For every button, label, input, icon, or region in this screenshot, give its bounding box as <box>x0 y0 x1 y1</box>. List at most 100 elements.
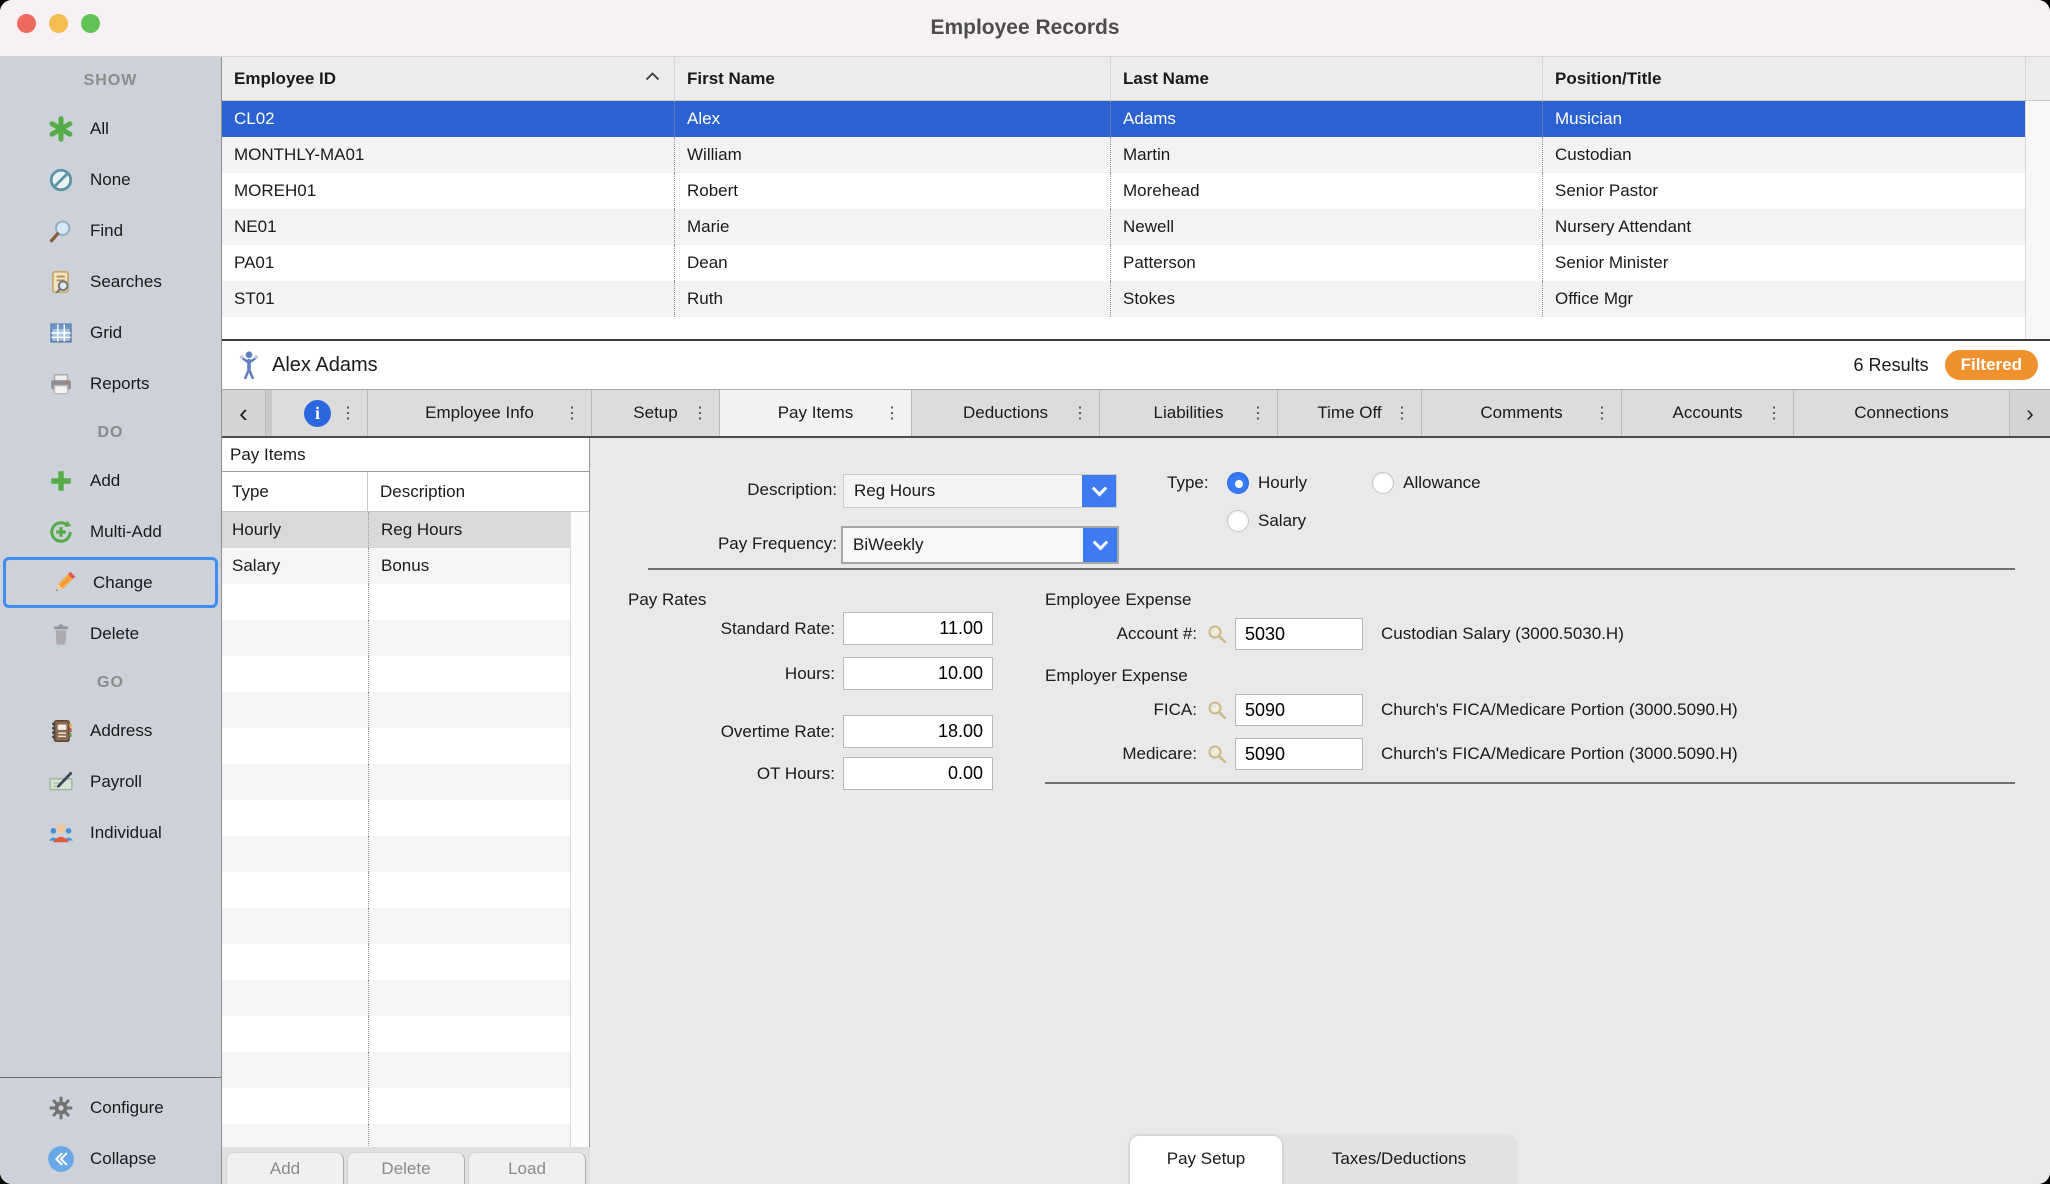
list-item[interactable]: Salary Bonus <box>222 548 570 584</box>
zoom-window-button[interactable] <box>81 14 100 33</box>
tab-liabilities[interactable]: Liabilities ⋮ <box>1100 390 1278 436</box>
sidebar-item-label: Individual <box>90 823 162 843</box>
fica-lookup-icon[interactable] <box>1205 698 1229 722</box>
sidebar-item-all[interactable]: All <box>0 103 221 154</box>
person-icon <box>236 350 262 380</box>
medicare-account-field[interactable] <box>1235 738 1363 770</box>
scroll-search-icon <box>46 268 76 296</box>
payroll-check-icon <box>46 768 76 796</box>
list-item[interactable]: Hourly Reg Hours <box>222 512 570 548</box>
sidebar-item-multi-add[interactable]: Multi-Add <box>0 506 221 557</box>
tab-comments[interactable]: Comments ⋮ <box>1422 390 1622 436</box>
tab-options-icon[interactable]: ⋮ <box>1394 403 1410 423</box>
tab-connections[interactable]: Connections <box>1794 390 2010 436</box>
tab-employee-info[interactable]: Employee Info ⋮ <box>368 390 592 436</box>
fica-account-field[interactable] <box>1235 694 1363 726</box>
sidebar-item-label: None <box>90 170 131 190</box>
sidebar-item-individual[interactable]: Individual <box>0 807 221 858</box>
sidebar-item-configure[interactable]: Configure <box>0 1082 221 1133</box>
description-label: Description: <box>590 480 837 500</box>
column-header-description[interactable]: Description <box>368 482 589 502</box>
sidebar-item-label: Payroll <box>90 772 142 792</box>
grid-icon <box>46 319 76 347</box>
pay-items-actions: Add Delete Load <box>222 1147 590 1184</box>
standard-rate-field[interactable] <box>843 612 993 645</box>
pay-items-scrollbar[interactable] <box>570 512 589 1147</box>
employee-table-header: Employee ID First Name Last Name Positio… <box>222 57 2050 101</box>
column-header-employee-id[interactable]: Employee ID <box>222 57 674 100</box>
account-lookup-icon[interactable] <box>1205 622 1229 646</box>
tab-time-off[interactable]: Time Off ⋮ <box>1278 390 1422 436</box>
tab-options-icon[interactable]: ⋮ <box>1250 403 1266 423</box>
pay-items-title: Pay Items <box>222 438 589 472</box>
column-header-position-title[interactable]: Position/Title <box>1542 57 2025 100</box>
radio-hourly[interactable] <box>1227 472 1249 494</box>
overtime-rate-field[interactable] <box>843 715 993 748</box>
tab-info[interactable]: i ⋮ <box>272 390 368 436</box>
type-radio-group: Type: Hourly Allowance Salary <box>1167 468 1481 544</box>
sidebar-item-label: Change <box>93 573 153 593</box>
table-row[interactable]: NE01 Marie Newell Nursery Attendant <box>222 209 2025 245</box>
plus-icon <box>46 467 76 495</box>
address-book-icon <box>46 717 76 745</box>
tab-deductions[interactable]: Deductions ⋮ <box>912 390 1100 436</box>
sidebar-item-label: Configure <box>90 1098 164 1118</box>
table-row[interactable]: ST01 Ruth Stokes Office Mgr <box>222 281 2025 317</box>
column-header-last-name[interactable]: Last Name <box>1110 57 1542 100</box>
sidebar-item-address[interactable]: Address <box>0 705 221 756</box>
sidebar-item-reports[interactable]: Reports <box>0 358 221 409</box>
sidebar-item-searches[interactable]: Searches <box>0 256 221 307</box>
tab-options-icon[interactable]: ⋮ <box>340 403 356 423</box>
tab-pay-setup[interactable]: Pay Setup <box>1130 1136 1282 1184</box>
tabs-forward-button[interactable]: › <box>2010 390 2050 436</box>
medicare-lookup-icon[interactable] <box>1205 742 1229 766</box>
chevron-down-icon[interactable] <box>1082 475 1116 507</box>
tab-options-icon[interactable]: ⋮ <box>692 403 708 423</box>
description-dropdown[interactable]: Reg Hours <box>843 474 1117 508</box>
column-header-type[interactable]: Type <box>222 472 368 511</box>
employer-expense-heading: Employer Expense <box>1045 666 1188 686</box>
titlebar: Employee Records <box>0 0 2050 57</box>
tab-accounts[interactable]: Accounts ⋮ <box>1622 390 1794 436</box>
sidebar-item-add[interactable]: Add <box>0 455 221 506</box>
tab-setup[interactable]: Setup ⋮ <box>592 390 720 436</box>
tab-options-icon[interactable]: ⋮ <box>1072 403 1088 423</box>
tab-options-icon[interactable]: ⋮ <box>1594 403 1610 423</box>
pencil-icon <box>49 569 79 597</box>
sidebar-item-delete[interactable]: Delete <box>0 608 221 659</box>
overtime-rate-label: Overtime Rate: <box>590 722 835 742</box>
column-header-first-name[interactable]: First Name <box>674 57 1110 100</box>
add-pay-item-button[interactable]: Add <box>226 1152 344 1184</box>
tab-options-icon[interactable]: ⋮ <box>564 403 580 423</box>
tabs-back-button[interactable]: ‹ <box>222 390 266 436</box>
sidebar-item-label: Find <box>90 221 123 241</box>
sidebar-item-change[interactable]: Change <box>3 557 218 608</box>
radio-salary[interactable] <box>1227 510 1249 532</box>
account-number-field[interactable] <box>1235 618 1363 650</box>
delete-pay-item-button[interactable]: Delete <box>347 1152 465 1184</box>
sidebar-item-collapse[interactable]: Collapse <box>0 1133 221 1184</box>
filtered-badge[interactable]: Filtered <box>1945 350 2038 380</box>
fica-description: Church's FICA/Medicare Portion (3000.509… <box>1381 700 1738 720</box>
sidebar-item-find[interactable]: Find <box>0 205 221 256</box>
ot-hours-field[interactable] <box>843 757 993 790</box>
minimize-window-button[interactable] <box>49 14 68 33</box>
table-row[interactable]: MOREH01 Robert Morehead Senior Pastor <box>222 173 2025 209</box>
table-row[interactable]: CL02 Alex Adams Musician <box>222 101 2025 137</box>
sidebar-item-payroll[interactable]: Payroll <box>0 756 221 807</box>
sidebar-item-grid[interactable]: Grid <box>0 307 221 358</box>
tab-options-icon[interactable]: ⋮ <box>1766 403 1782 423</box>
radio-allowance[interactable] <box>1372 472 1394 494</box>
hours-field[interactable] <box>843 657 993 690</box>
tab-pay-items[interactable]: Pay Items ⋮ <box>720 390 912 436</box>
table-row[interactable]: MONTHLY-MA01 William Martin Custodian <box>222 137 2025 173</box>
pay-frequency-dropdown[interactable]: BiWeekly <box>841 526 1119 564</box>
sidebar-item-none[interactable]: None <box>0 154 221 205</box>
chevron-down-icon[interactable] <box>1083 528 1117 562</box>
table-scrollbar[interactable] <box>2025 101 2050 339</box>
load-pay-item-button[interactable]: Load <box>468 1152 586 1184</box>
table-row[interactable]: PA01 Dean Patterson Senior Minister <box>222 245 2025 281</box>
tab-options-icon[interactable]: ⋮ <box>884 403 900 423</box>
tab-taxes-deductions[interactable]: Taxes/Deductions <box>1282 1136 1516 1184</box>
close-window-button[interactable] <box>17 14 36 33</box>
